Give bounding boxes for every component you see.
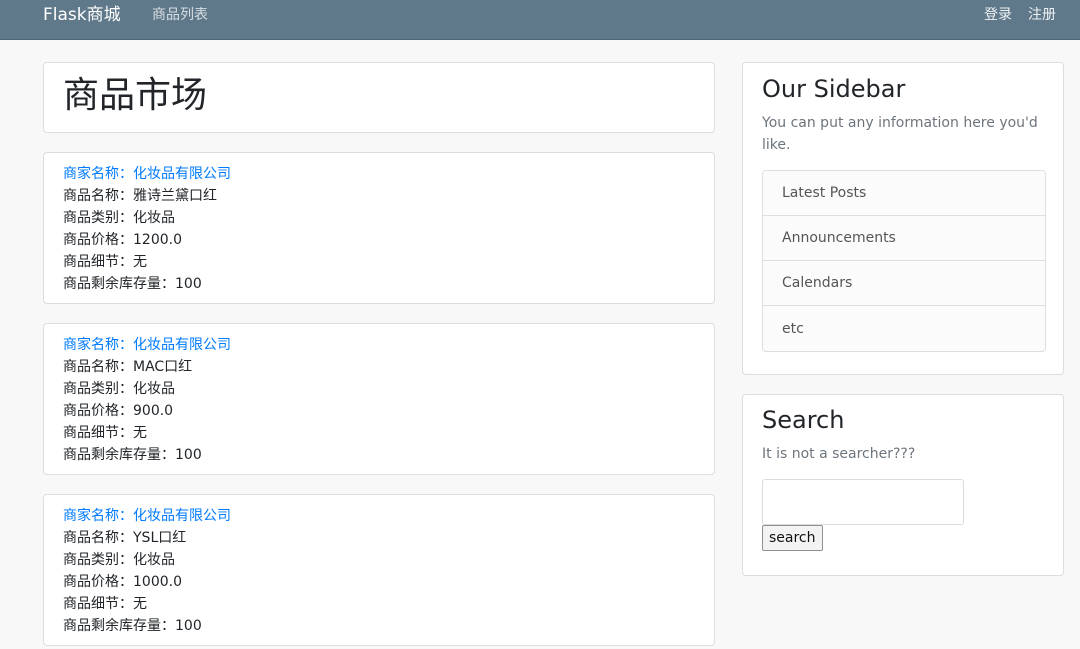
product-category: 商品类别：化妆品 (63, 552, 175, 568)
product-details: 商家名称：化妆品有限公司 商品名称：YSL口红 商品类别：化妆品 商品价格：10… (63, 505, 231, 637)
product-detail: 商品细节：无 (63, 596, 147, 612)
product-details: 商家名称：化妆品有限公司 商品名称：雅诗兰黛口红 商品类别：化妆品 商品价格：1… (63, 163, 231, 295)
sidebar-item-announcements[interactable]: Announcements (763, 216, 1045, 261)
sidebar-description: You can put any information here you'd l… (762, 115, 1038, 153)
product-price: 商品价格：1000.0 (63, 574, 182, 590)
search-input[interactable] (762, 479, 964, 525)
search-button[interactable]: search (762, 525, 823, 551)
search-card: Search It is not a searcher??? search (742, 394, 1064, 576)
top-navbar: Flask商城 商品列表 登录 注册 (0, 0, 1080, 40)
product-detail: 商品细节：无 (63, 425, 147, 441)
sidebar-list: Latest Posts Announcements Calendars etc (762, 170, 1046, 352)
sidebar-title: Our Sidebar (762, 75, 906, 103)
product-card: 商家名称：化妆品有限公司 商品名称：MAC口红 商品类别：化妆品 商品价格：90… (43, 323, 715, 475)
sidebar-item-calendars[interactable]: Calendars (763, 261, 1045, 306)
product-name: 商品名称：YSL口红 (63, 530, 187, 546)
product-stock: 商品剩余库存量：100 (63, 447, 202, 463)
product-stock: 商品剩余库存量：100 (63, 618, 202, 634)
product-name: 商品名称：雅诗兰黛口红 (63, 188, 217, 204)
nav-link-login[interactable]: 登录 (984, 6, 1012, 24)
product-price: 商品价格：1200.0 (63, 232, 182, 248)
nav-link-register[interactable]: 注册 (1028, 6, 1056, 24)
product-category: 商品类别：化妆品 (63, 381, 175, 397)
brand-link[interactable]: Flask商城 (43, 5, 121, 25)
product-stock: 商品剩余库存量：100 (63, 276, 202, 292)
sidebar-item-latest-posts[interactable]: Latest Posts (763, 171, 1045, 216)
product-details: 商家名称：化妆品有限公司 商品名称：MAC口红 商品类别：化妆品 商品价格：90… (63, 334, 231, 466)
merchant-name-link[interactable]: 商家名称：化妆品有限公司 (63, 505, 231, 527)
merchant-name-link[interactable]: 商家名称：化妆品有限公司 (63, 334, 231, 356)
product-detail: 商品细节：无 (63, 254, 147, 270)
merchant-name-link[interactable]: 商家名称：化妆品有限公司 (63, 163, 231, 185)
nav-link-products[interactable]: 商品列表 (152, 6, 208, 24)
search-description: It is not a searcher??? (762, 446, 916, 462)
sidebar-item-etc[interactable]: etc (763, 306, 1045, 351)
product-name: 商品名称：MAC口红 (63, 359, 193, 375)
page-title-card: 商品市场 (43, 62, 715, 133)
product-card: 商家名称：化妆品有限公司 商品名称：雅诗兰黛口红 商品类别：化妆品 商品价格：1… (43, 152, 715, 304)
product-category: 商品类别：化妆品 (63, 210, 175, 226)
sidebar-card: Our Sidebar You can put any information … (742, 62, 1064, 375)
product-price: 商品价格：900.0 (63, 403, 174, 419)
page-title: 商品市场 (63, 75, 208, 116)
product-card: 商家名称：化妆品有限公司 商品名称：YSL口红 商品类别：化妆品 商品价格：10… (43, 494, 715, 646)
search-title: Search (762, 406, 845, 434)
